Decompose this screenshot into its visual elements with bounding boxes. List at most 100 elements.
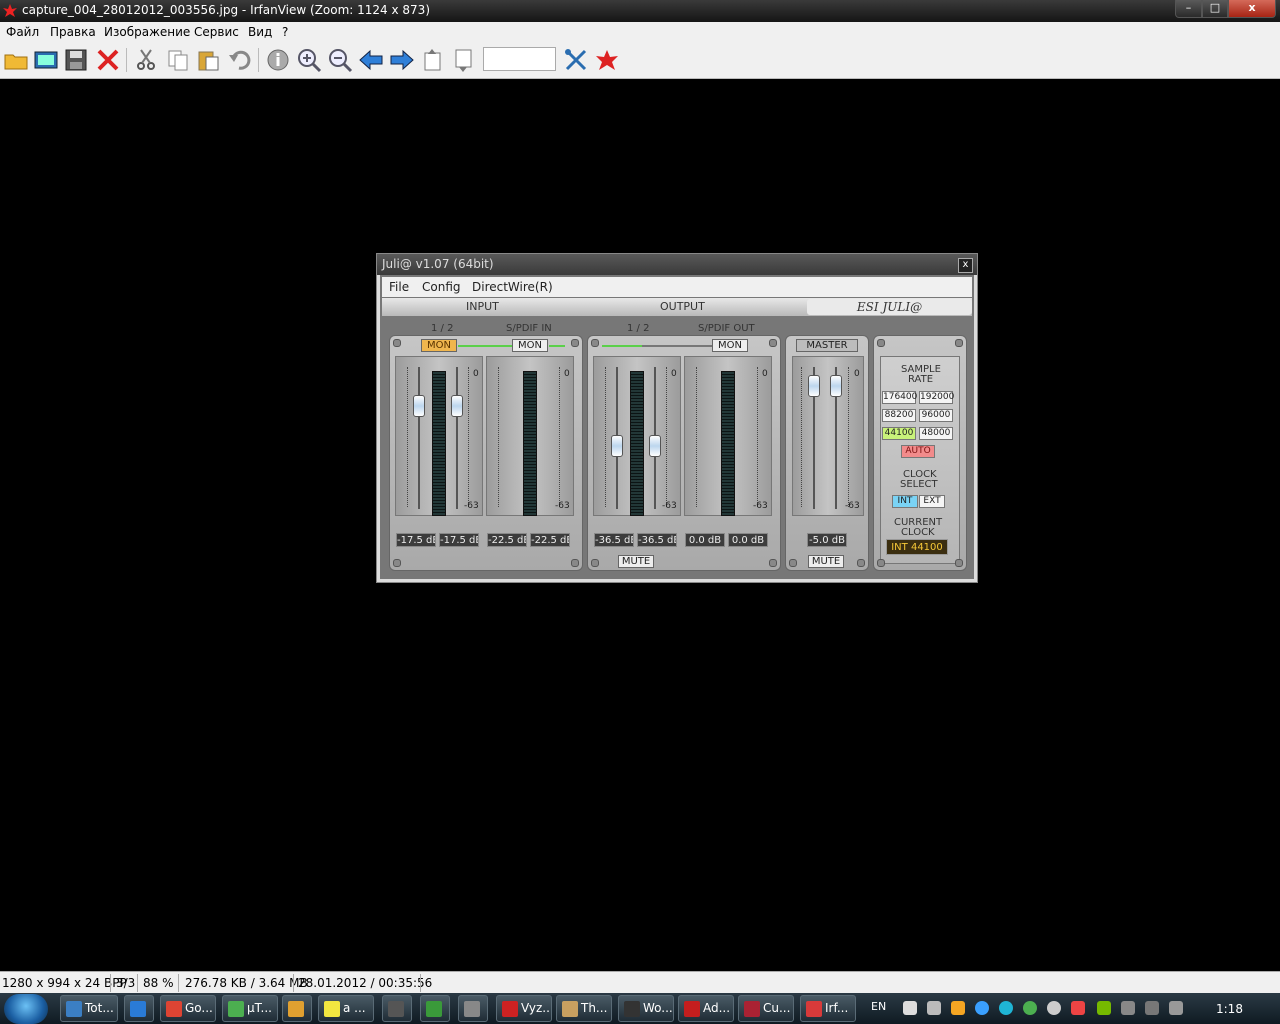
taskbar-task[interactable]: Cu... <box>738 995 794 1022</box>
juli-menu-config[interactable]: Config <box>422 280 461 294</box>
taskbar-task[interactable] <box>420 995 450 1022</box>
network-tray-icon[interactable] <box>1145 1001 1159 1015</box>
page-prev-icon[interactable] <box>420 47 446 73</box>
screw <box>393 559 401 567</box>
task-app-icon <box>388 1001 404 1017</box>
exit-icon[interactable] <box>594 47 620 73</box>
taskbar-task[interactable]: Vyz... <box>496 995 552 1022</box>
master-strip: 0 -63 <box>792 356 864 516</box>
input-section-label: INPUT <box>466 300 499 313</box>
taskbar-task[interactable]: Tot... <box>60 995 118 1022</box>
tray-icon[interactable] <box>927 1001 941 1015</box>
cut-icon[interactable] <box>133 47 159 73</box>
input-mon-button[interactable]: MON <box>421 339 457 352</box>
input-strip: 0 -63 <box>395 356 483 516</box>
output-mon-button[interactable]: MON <box>712 339 748 352</box>
output-fader-right[interactable] <box>649 434 661 457</box>
close-button[interactable]: x <box>1228 0 1276 18</box>
input-fader-left[interactable] <box>413 395 425 417</box>
juli-close-button[interactable]: x <box>958 258 973 273</box>
tray-icon[interactable] <box>975 1001 989 1015</box>
menu-help[interactable]: ? <box>282 25 288 39</box>
toolbar-separator <box>126 48 127 72</box>
save-icon[interactable] <box>63 47 89 73</box>
slideshow-icon[interactable] <box>33 47 59 73</box>
task-label: Vyz... <box>521 1001 552 1015</box>
prev-icon[interactable] <box>358 47 384 73</box>
tray-icon[interactable] <box>1071 1001 1085 1015</box>
tray-icon[interactable] <box>999 1001 1013 1015</box>
db-readout: -17.5 dB <box>396 533 436 547</box>
status-bar: 1280 x 994 x 24 BPP 3/3 88 % 276.78 KB /… <box>0 971 1280 994</box>
output-section-label: OUTPUT <box>660 300 705 313</box>
rate-96000-button[interactable]: 96000 <box>919 409 953 422</box>
master-panel: MASTER 0 -63 -5.0 dB MUTE <box>785 335 869 571</box>
auto-rate-button[interactable]: AUTO <box>901 445 935 458</box>
start-button[interactable] <box>4 994 48 1024</box>
juli-menu-file[interactable]: File <box>389 280 409 294</box>
spdif-in-mon-button[interactable]: MON <box>512 339 548 352</box>
clock-int-button[interactable]: INT <box>892 495 918 508</box>
zoom-in-icon[interactable] <box>296 47 322 73</box>
taskbar-task[interactable]: Irf... <box>800 995 856 1022</box>
tray-icon[interactable] <box>1023 1001 1037 1015</box>
maximize-button[interactable]: □ <box>1202 0 1228 18</box>
scale-ticks <box>848 367 850 507</box>
input-fader-right[interactable] <box>451 395 463 417</box>
info-icon[interactable] <box>265 47 291 73</box>
master-mute-button[interactable]: MUTE <box>808 555 844 568</box>
page-next-icon[interactable] <box>451 47 477 73</box>
tray-icon[interactable] <box>1047 1001 1061 1015</box>
menu-image[interactable]: Изображение <box>104 25 190 39</box>
rate-48000-button[interactable]: 48000 <box>919 427 953 440</box>
rate-192000-button[interactable]: 192000 <box>919 391 954 404</box>
language-indicator[interactable]: EN <box>871 1000 886 1013</box>
fader-track <box>456 367 458 509</box>
taskbar-task[interactable]: а ... <box>318 995 374 1022</box>
rate-88200-button[interactable]: 88200 <box>882 409 916 422</box>
taskbar-task[interactable] <box>124 995 154 1022</box>
rate-176400-button[interactable]: 176400 <box>882 391 917 404</box>
taskbar-task[interactable]: Go... <box>160 995 216 1022</box>
menu-edit[interactable]: Правка <box>50 25 96 39</box>
taskbar-task[interactable] <box>458 995 488 1022</box>
minimize-button[interactable]: – <box>1175 0 1202 18</box>
tray-icon[interactable] <box>903 1001 917 1015</box>
menu-service[interactable]: Сервис <box>194 25 239 39</box>
taskbar-task[interactable] <box>282 995 312 1022</box>
settings-icon[interactable] <box>563 47 589 73</box>
tray-icon[interactable] <box>1121 1001 1135 1015</box>
level-meter <box>432 371 446 516</box>
volume-tray-icon[interactable] <box>1169 1001 1183 1015</box>
next-icon[interactable] <box>389 47 415 73</box>
delete-icon[interactable] <box>95 47 121 73</box>
taskbar-clock[interactable]: 1:18 <box>1216 1002 1243 1016</box>
zoom-out-icon[interactable] <box>327 47 353 73</box>
taskbar-task[interactable]: Ad... <box>678 995 734 1022</box>
undo-icon[interactable] <box>227 47 253 73</box>
taskbar-task[interactable]: Wo... <box>618 995 674 1022</box>
menu-view[interactable]: Вид <box>248 25 272 39</box>
master-fader-left[interactable] <box>808 374 820 397</box>
task-app-icon <box>66 1001 82 1017</box>
rate-44100-button[interactable]: 44100 <box>882 427 916 440</box>
taskbar-task[interactable] <box>382 995 412 1022</box>
open-folder-icon[interactable] <box>3 47 29 73</box>
copy-icon[interactable] <box>165 47 191 73</box>
taskbar-task[interactable]: Th... <box>556 995 612 1022</box>
page-number-input[interactable] <box>483 47 556 71</box>
master-fader-right[interactable] <box>830 374 842 397</box>
task-app-icon <box>806 1001 822 1017</box>
paste-icon[interactable] <box>196 47 222 73</box>
clock-ext-button[interactable]: EXT <box>919 495 945 508</box>
output-fader-left[interactable] <box>611 434 623 457</box>
nvidia-tray-icon[interactable] <box>1097 1001 1111 1015</box>
clock-select-label-2: SELECT <box>900 479 938 490</box>
task-app-icon <box>324 1001 340 1017</box>
sample-rate-label-2: RATE <box>908 374 934 385</box>
taskbar-task[interactable]: µT... <box>222 995 278 1022</box>
juli-menu-directwire[interactable]: DirectWire(R) <box>472 280 553 294</box>
output-mute-button[interactable]: MUTE <box>618 555 654 568</box>
tray-icon[interactable] <box>951 1001 965 1015</box>
menu-file[interactable]: Файл <box>6 25 39 39</box>
